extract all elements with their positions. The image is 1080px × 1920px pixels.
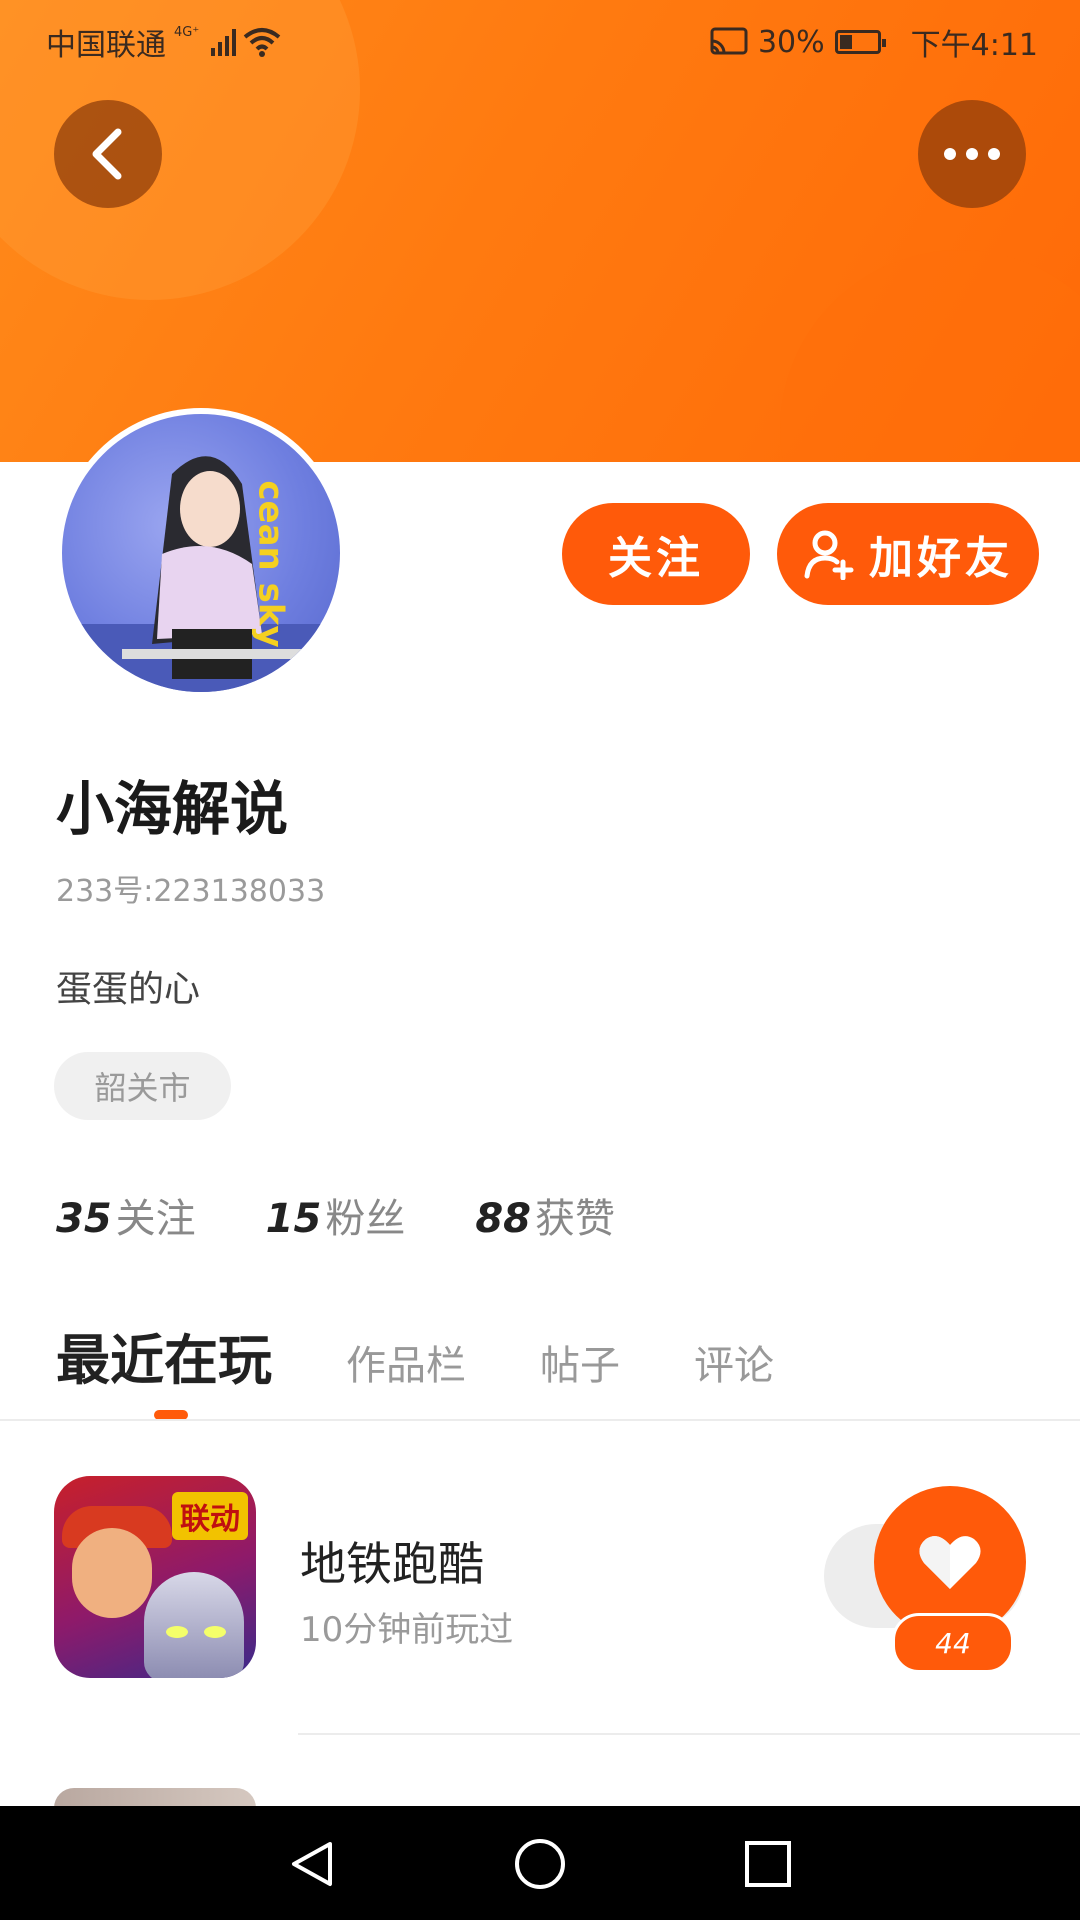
profile-tabs: 最近在玩 作品栏 帖子 评论 (56, 1316, 848, 1395)
stat-likes[interactable]: 88 获赞 (475, 1186, 615, 1244)
avatar-text: cean sky (250, 480, 291, 648)
game-icon-hero (144, 1572, 244, 1678)
system-nav-bar (0, 1806, 1080, 1920)
tab-recent-played[interactable]: 最近在玩 (56, 1316, 272, 1395)
nav-recent-button[interactable] (738, 1834, 798, 1894)
cast-icon (710, 27, 748, 55)
follow-button[interactable]: 关注 (562, 503, 750, 605)
game-icon-eye (166, 1626, 188, 1638)
more-horizontal-icon (944, 148, 1000, 160)
status-bar: 中国联通 4G⁺ 30% 下午4:11 (0, 0, 1080, 80)
tab-comments[interactable]: 评论 (694, 1333, 774, 1391)
triangle-back-icon (292, 1842, 332, 1886)
user-plus-icon (804, 530, 854, 580)
stat-number: 15 (265, 1196, 322, 1242)
profile-header-banner: 中国联通 4G⁺ 30% 下午4:11 (0, 0, 1080, 462)
network-type: 4G⁺ (174, 24, 200, 40)
profile-name: 小海解说 (56, 775, 289, 843)
stat-number: 35 (56, 1196, 112, 1242)
add-friend-button[interactable]: 加好友 (777, 503, 1039, 605)
game-icon-badge: 联动 (172, 1492, 248, 1540)
stat-followers[interactable]: 15 粉丝 (266, 1186, 406, 1244)
circle-home-icon (515, 1839, 565, 1889)
profile-bio: 蛋蛋的心 (56, 969, 201, 1010)
stat-label: 获赞 (535, 1196, 616, 1242)
profile-stats: 35 关注 15 粉丝 88 获赞 (56, 1186, 615, 1244)
header-decoration (780, 250, 1080, 462)
game-icon[interactable]: 联动 (54, 1476, 256, 1678)
stat-label: 粉丝 (325, 1196, 406, 1242)
signal-icon (211, 28, 237, 56)
battery-percent: 30% (757, 24, 825, 60)
game-icon-face (72, 1528, 152, 1618)
back-button[interactable] (54, 100, 162, 208)
like-count: 44 (892, 1613, 1014, 1673)
location-tag: 韶关市 (54, 1052, 231, 1120)
avatar-image: cean sky (62, 414, 340, 692)
stat-number: 88 (475, 1196, 532, 1242)
tab-works[interactable]: 作品栏 (346, 1333, 466, 1391)
status-left: 中国联通 4G⁺ (46, 20, 282, 64)
status-right: 30% 下午4:11 (710, 20, 1038, 64)
battery-icon (834, 30, 886, 54)
more-options-button[interactable] (918, 100, 1026, 208)
clock: 下午4:11 (910, 28, 1038, 63)
follow-label: 关注 (608, 533, 704, 584)
profile-id: 233号:223138033 (56, 874, 326, 909)
chevron-left-icon (92, 128, 122, 180)
avatar[interactable]: cean sky (56, 408, 346, 698)
nav-home-button[interactable] (510, 1834, 570, 1894)
divider (298, 1733, 1080, 1735)
game-icon-eye (204, 1626, 226, 1638)
game-last-played: 10分钟前玩过 (300, 1610, 514, 1650)
tab-posts[interactable]: 帖子 (540, 1333, 620, 1391)
nav-back-button[interactable] (282, 1834, 342, 1894)
heart-icon (919, 1536, 981, 1589)
game-title[interactable]: 地铁跑酷 (300, 1528, 484, 1594)
add-friend-label: 加好友 (869, 533, 1013, 584)
square-recent-icon (745, 1841, 791, 1887)
stat-label: 关注 (115, 1196, 196, 1242)
divider (0, 1419, 1080, 1421)
avatar-illustration (62, 456, 340, 692)
stat-following[interactable]: 35 关注 (56, 1186, 196, 1244)
wifi-icon (243, 28, 281, 57)
carrier-label: 中国联通 (46, 28, 166, 63)
